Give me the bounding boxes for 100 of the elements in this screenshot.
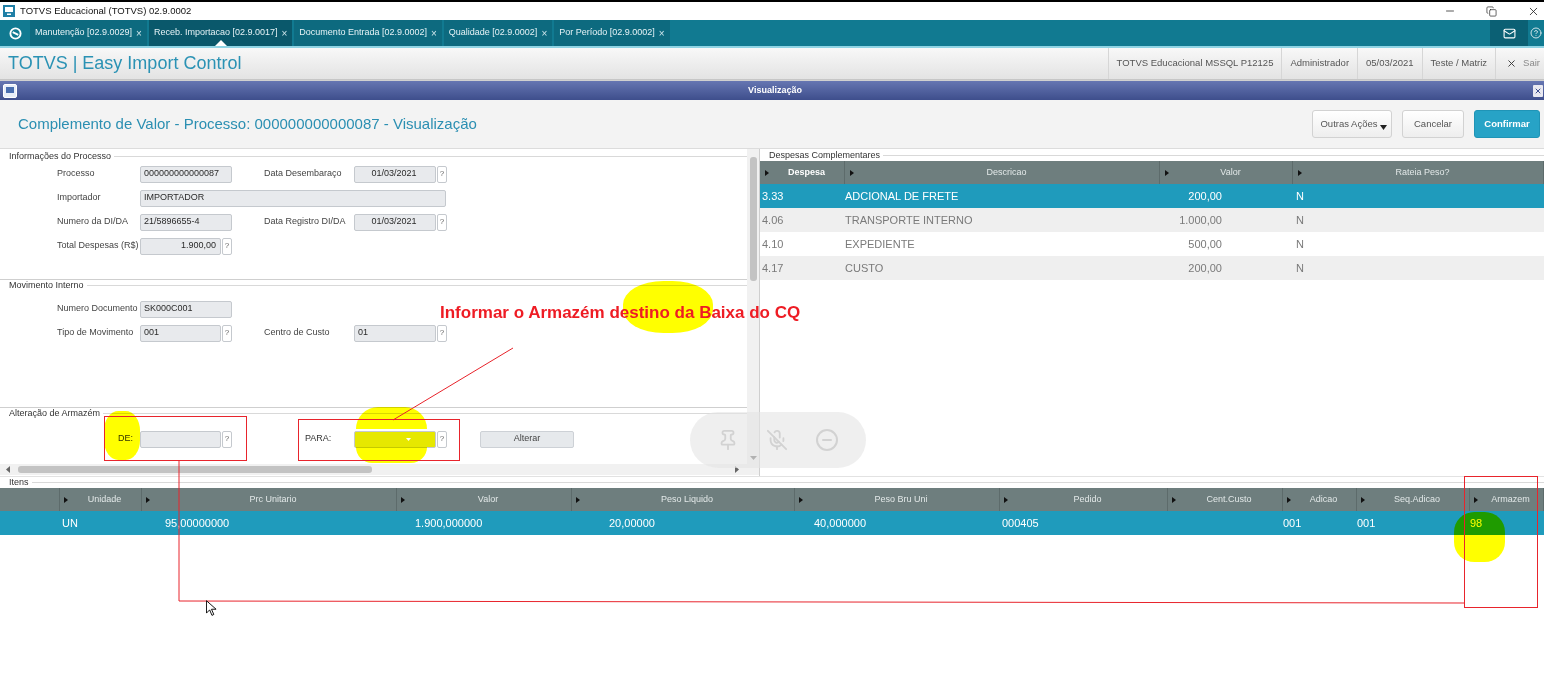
table-cell-text: UN [61,515,79,531]
table-cell-text: 40,000000 [813,515,867,531]
field-label: DE: [118,432,134,446]
tab[interactable]: Documento Entrada [02.9.0002] × [294,20,442,46]
column-header[interactable]: Unidade [87,492,122,507]
logo-icon[interactable] [8,26,22,40]
restore-icon[interactable] [1486,5,1497,17]
column-header[interactable]: Adicao [1309,492,1338,507]
tab[interactable]: Qualidade [02.9.0002] × [443,20,553,46]
input-field[interactable]: SK000C001 [140,300,232,318]
tab[interactable]: Receb. Importacao [02.9.0017] × [148,20,293,46]
close-button[interactable] [1533,84,1543,97]
column-header[interactable]: Valor [1220,165,1241,180]
help-button[interactable]: ? [437,213,447,231]
table-cell-text: 001 [1357,515,1377,531]
column-marker-icon [799,496,803,503]
column-header[interactable]: Valor [477,492,499,507]
microphone-off-icon[interactable] [766,429,788,451]
app-title: TOTVS | Easy Import Control [8,52,242,75]
input-field[interactable]: 01/03/2021 [354,213,436,231]
horizontal-scrollbar[interactable] [0,464,759,475]
column-header[interactable]: Despesa [788,165,825,180]
tab[interactable]: Por Período [02.9.0002] × [554,20,670,46]
column-header[interactable]: Prc Unitario [249,492,297,507]
mail-button[interactable] [1490,20,1528,46]
window-title: TOTVS Educacional (TOTVS) 02.9.0002 [20,3,192,18]
help-button[interactable]: ? [437,324,447,342]
help-icon[interactable] [1530,27,1542,39]
tab-close-button[interactable]: × [658,25,665,41]
table-cell-text: 95,00000000 [164,515,231,531]
caret-icon [1380,125,1387,130]
table-cell-text: N [1295,260,1305,276]
column-header[interactable]: Cent.Custo [1206,492,1252,507]
tab-close-button[interactable]: × [430,25,437,41]
menu-button[interactable]: Outras Ações [1312,110,1392,138]
scrollbar-thumb[interactable] [18,466,372,473]
input-field[interactable]: 01/03/2021 [354,165,436,183]
column-header[interactable]: Seq.Adicao [1393,492,1440,507]
column-marker-icon [1298,169,1302,176]
table-cell-text: 200,00 [1187,188,1223,204]
table-cell-text: ADCIONAL DE FRETE [845,188,960,204]
table-cell-text: 98 [1470,515,1484,531]
table-cell-text: 20,00000 [608,515,656,531]
dialog-heading: Complemento de Valor - Processo: 000000000000087 - Visualização [18,113,477,134]
input-field[interactable]: IMPORTADOR [140,189,446,207]
table-cell-text: N [1295,212,1305,228]
help-button[interactable]: ? [222,237,232,255]
column-marker-icon [765,169,769,176]
column-header[interactable]: Peso Bru Uni [874,492,928,507]
field-label: Importador [57,191,102,205]
table-cell-text: 4.06 [761,212,785,228]
tab-close-button[interactable]: × [541,25,548,41]
input-field[interactable]: 21/5896655-4 [140,213,232,231]
scrollbar-thumb[interactable] [749,157,757,281]
mail-icon [1502,26,1516,40]
table-cell-text: 1.000,00 [1178,212,1223,228]
input-field[interactable]: 1.900,00 [140,237,221,255]
column-header[interactable]: Descricao [986,165,1027,180]
minus-circle-icon[interactable] [814,428,839,452]
column-marker-icon [64,496,68,503]
table-row[interactable]: UN 95,00000000 1.900,000000 20,00000 40,000000 000405 001 001 98 [0,511,1544,535]
column-header[interactable]: Peso Liquido [660,492,713,507]
table-cell-text: N [1295,236,1305,252]
help-button[interactable]: ? [222,324,232,342]
header-info: TOTVS Educacional MSSQL P12125 [1107,48,1282,79]
header-info: 05/03/2021 [1357,48,1422,79]
field-label: Centro de Custo [264,326,331,340]
input-field[interactable]: 000000000000087 [140,165,232,183]
table-cell-text: 000405 [1001,515,1040,531]
input-field[interactable]: 01 [354,324,436,342]
help-button[interactable]: ? [222,430,232,448]
cursor-icon [206,600,217,617]
table-row[interactable]: 4.17 CUSTO 200,00 N [760,256,1544,280]
field-label: Processo [57,167,96,181]
table-row[interactable]: 3.33 ADCIONAL DE FRETE 200,00 N [760,184,1544,208]
header-info: Teste / Matriz [1421,48,1496,79]
help-button[interactable]: ? [437,165,447,183]
group-title: Itens [8,477,30,488]
tab-close-button[interactable]: × [136,25,142,41]
input-field[interactable] [140,430,221,448]
column-header[interactable]: Armazem [1491,492,1530,507]
change-button[interactable]: Alterar [480,430,574,448]
field-label: Data Registro DI/DA [264,215,347,229]
table-cell-text: TRANSPORTE INTERNO [845,212,974,228]
cancel-button[interactable]: Cancelar [1402,110,1464,138]
field-label: Numero da DI/DA [57,215,130,229]
tab-close-button[interactable]: × [281,25,288,41]
field-label: PARA: [305,432,333,446]
help-button[interactable]: ? [437,430,447,448]
group-title: Alteração de Armazém [8,408,102,419]
table-cell-text: 3.33 [761,188,785,204]
caret-icon [406,437,411,441]
column-header[interactable]: Pedido [1073,492,1102,507]
table-cell-text: 200,00 [1187,260,1223,276]
table-row[interactable]: 4.06 TRANSPORTE INTERNO 1.000,00 N [760,208,1544,232]
input-field[interactable]: 001 [140,324,221,342]
input-field[interactable] [354,430,436,448]
group-title: Despesas Complementares [768,150,882,161]
tab[interactable]: Manutenção [02.9.0029] × [30,20,147,46]
column-header[interactable]: Rateia Peso? [1395,165,1450,180]
